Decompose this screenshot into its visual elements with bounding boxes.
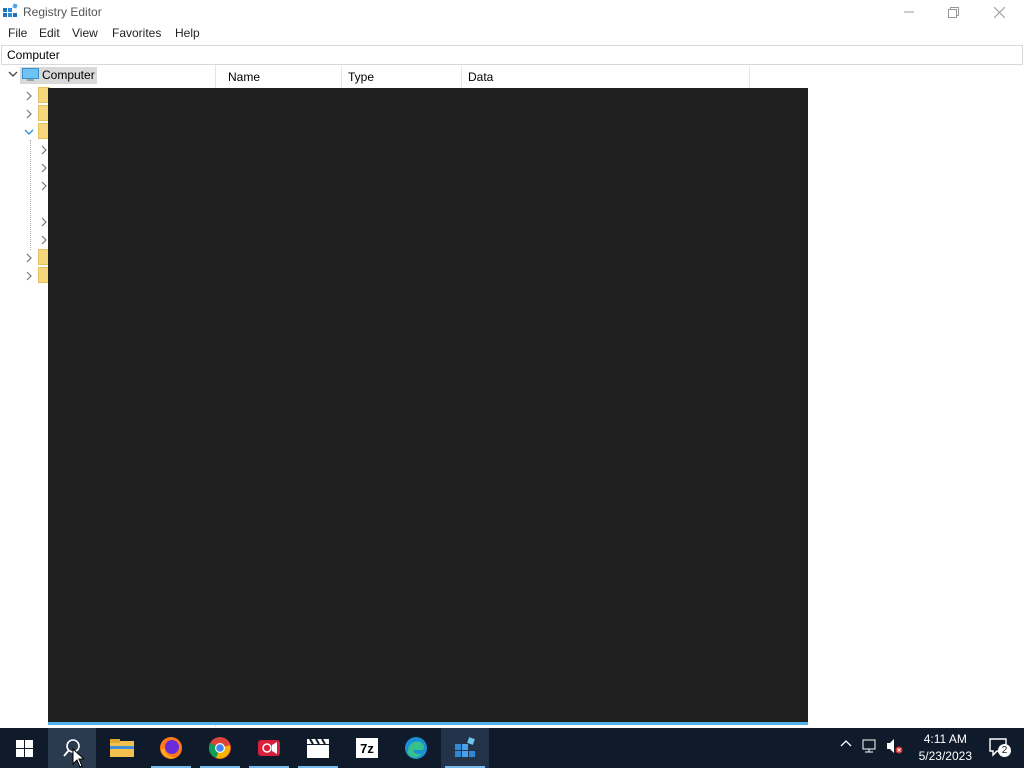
window-title: Registry Editor bbox=[23, 5, 102, 19]
column-divider[interactable] bbox=[461, 66, 462, 88]
taskbar-firefox[interactable] bbox=[147, 728, 195, 768]
menu-file[interactable]: File bbox=[6, 26, 29, 40]
volume-button[interactable] bbox=[886, 738, 904, 757]
restore-button[interactable] bbox=[930, 0, 976, 24]
registry-editor-icon bbox=[2, 3, 18, 19]
title-bar bbox=[0, 0, 1024, 24]
notification-badge: 2 bbox=[998, 744, 1011, 757]
address-value: Computer bbox=[7, 48, 60, 62]
chevron-right-icon[interactable] bbox=[40, 144, 48, 158]
action-center-button[interactable]: 2 bbox=[988, 736, 1011, 761]
firefox-icon bbox=[160, 737, 182, 759]
minimize-icon bbox=[904, 11, 914, 13]
column-header-name[interactable]: Name bbox=[228, 70, 260, 86]
chevron-down-icon[interactable] bbox=[8, 69, 18, 82]
chevron-right-icon[interactable] bbox=[40, 216, 48, 230]
chevron-right-icon[interactable] bbox=[24, 90, 34, 104]
chevron-up-icon bbox=[840, 740, 852, 747]
taskbar-screen-recorder[interactable] bbox=[245, 728, 293, 768]
menu-favorites[interactable]: Favorites bbox=[110, 26, 163, 40]
computer-icon bbox=[22, 68, 39, 85]
taskbar-registry-editor[interactable] bbox=[441, 728, 489, 768]
column-divider[interactable] bbox=[749, 66, 750, 88]
overlay-accent-bar bbox=[48, 722, 808, 725]
clock-date: 5/23/2023 bbox=[918, 749, 972, 763]
close-button[interactable] bbox=[976, 0, 1022, 24]
system-clock[interactable]: 4:11 AM 5/23/2023 bbox=[919, 731, 972, 765]
volume-muted-icon bbox=[887, 739, 903, 754]
chevron-right-icon[interactable] bbox=[40, 162, 48, 176]
clapperboard-icon bbox=[307, 738, 329, 758]
chevron-right-icon[interactable] bbox=[40, 180, 48, 194]
tree-node-label: Computer bbox=[42, 68, 95, 82]
address-bar[interactable]: Computer bbox=[1, 45, 1023, 65]
restore-icon bbox=[947, 6, 959, 18]
menu-bar: File Edit View Favorites Help bbox=[0, 24, 1024, 44]
column-divider[interactable] bbox=[341, 66, 342, 88]
clock-time: 4:11 AM bbox=[923, 732, 967, 746]
menu-help[interactable]: Help bbox=[173, 26, 202, 40]
menu-view[interactable]: View bbox=[70, 26, 100, 40]
chevron-right-icon[interactable] bbox=[24, 252, 34, 266]
minimize-button[interactable] bbox=[886, 0, 932, 24]
edge-icon bbox=[405, 737, 427, 759]
7zip-label: 7z bbox=[360, 740, 374, 756]
chrome-icon bbox=[208, 737, 231, 759]
menu-edit[interactable]: Edit bbox=[37, 26, 62, 40]
file-explorer-icon bbox=[110, 739, 134, 757]
tree-guide-line bbox=[30, 140, 31, 250]
network-icon bbox=[862, 739, 876, 753]
column-header-data[interactable]: Data bbox=[468, 70, 493, 86]
taskbar-chrome[interactable] bbox=[196, 728, 244, 768]
mouse-cursor-icon bbox=[72, 748, 84, 768]
show-hidden-icons-button[interactable] bbox=[840, 738, 852, 753]
chevron-right-icon[interactable] bbox=[24, 108, 34, 122]
network-button[interactable] bbox=[862, 738, 880, 757]
start-button[interactable] bbox=[0, 728, 48, 768]
close-icon bbox=[993, 6, 1005, 18]
chevron-right-icon[interactable] bbox=[40, 234, 48, 248]
taskbar-7zip[interactable]: 7z bbox=[343, 728, 391, 768]
registry-editor-icon bbox=[455, 737, 475, 757]
taskbar-file-explorer[interactable] bbox=[98, 728, 146, 768]
7zip-icon: 7z bbox=[356, 738, 378, 758]
start-icon bbox=[15, 739, 33, 757]
dark-overlay-window[interactable] bbox=[48, 88, 808, 722]
screen-recorder-icon bbox=[258, 740, 280, 756]
column-header-type[interactable]: Type bbox=[348, 70, 374, 86]
taskbar-edge[interactable] bbox=[392, 728, 440, 768]
chevron-right-icon[interactable] bbox=[24, 270, 34, 284]
taskbar-clapperboard[interactable] bbox=[294, 728, 342, 768]
chevron-down-icon[interactable] bbox=[24, 126, 34, 140]
